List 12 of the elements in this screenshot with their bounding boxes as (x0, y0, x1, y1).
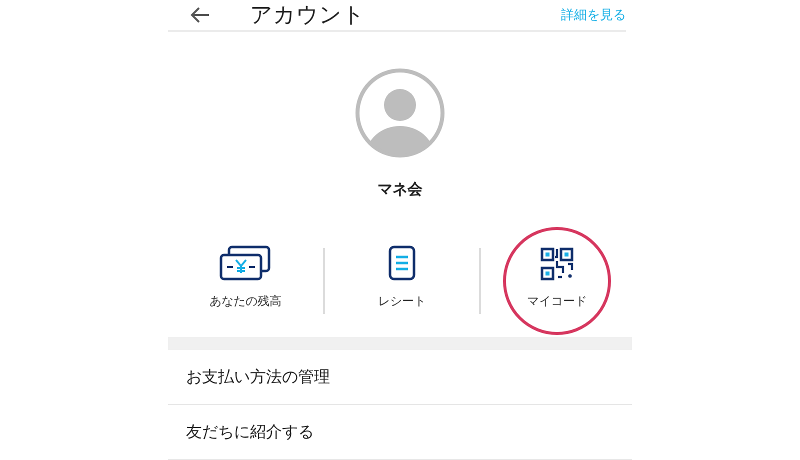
menu-item[interactable]: 友だちに紹介する (168, 405, 632, 460)
action-button[interactable]: マイコード (503, 227, 611, 336)
banknote-icon (219, 245, 272, 282)
back-arrow-icon[interactable] (190, 7, 210, 24)
receipt-icon (388, 245, 416, 282)
profile-name: マネ会 (378, 180, 422, 200)
avatar-icon (355, 68, 445, 158)
qr-code-icon (540, 247, 574, 282)
page-title: アカウント (250, 2, 366, 30)
action-button[interactable]: あなたの残高 (168, 227, 322, 336)
action-button[interactable]: レシート (324, 227, 479, 336)
menu-item[interactable]: お支払い方法の管理 (168, 350, 632, 405)
